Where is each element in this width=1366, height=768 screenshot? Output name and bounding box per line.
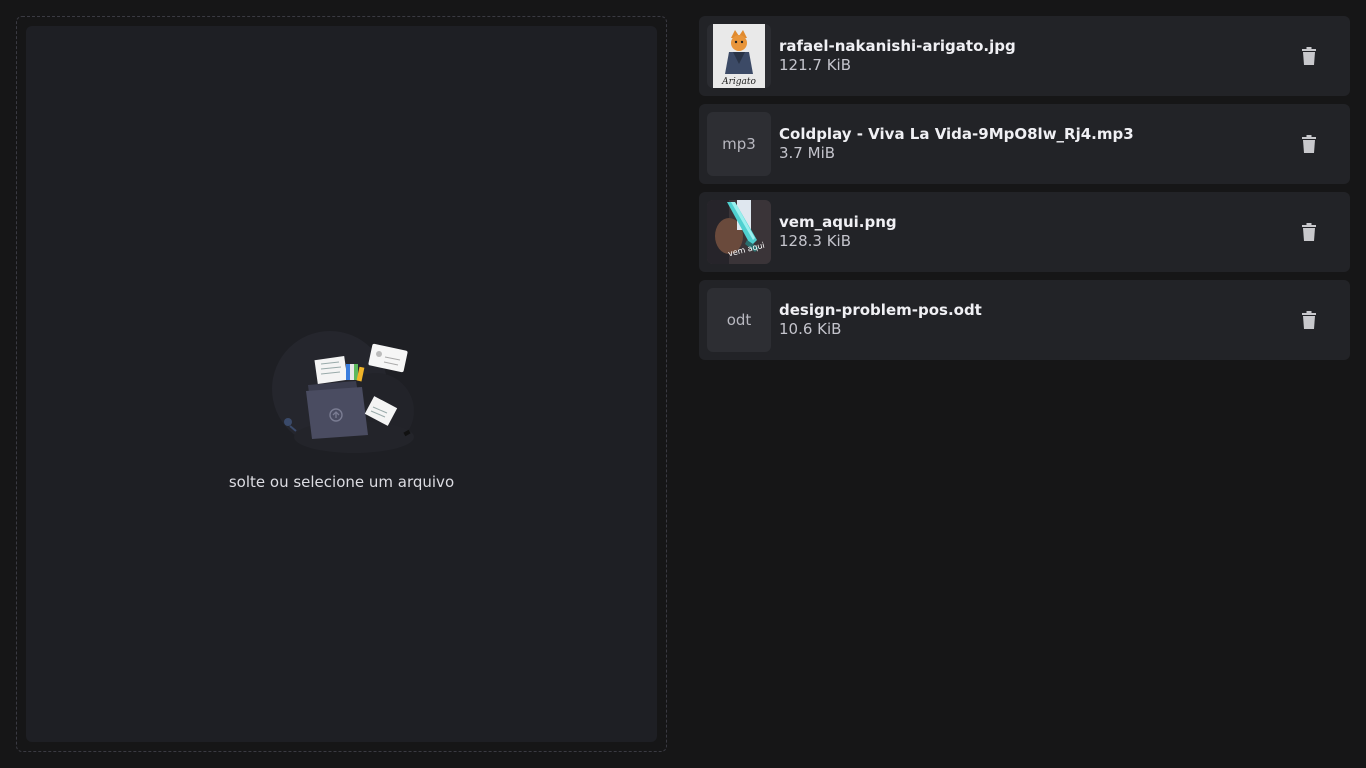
thumbnail-caption: Arigato bbox=[721, 77, 756, 87]
delete-file-button[interactable] bbox=[1298, 307, 1320, 333]
image-thumbnail: vem aqui bbox=[707, 200, 771, 264]
file-list: Arigato rafael-nakanishi-arigato.jpg 121… bbox=[699, 16, 1350, 368]
delete-file-button[interactable] bbox=[1298, 131, 1320, 157]
file-dropzone[interactable]: solte ou selecione um arquivo bbox=[26, 26, 657, 742]
file-size: 3.7 MiB bbox=[779, 144, 836, 162]
trash-icon bbox=[1302, 135, 1316, 153]
file-name: design-problem-pos.odt bbox=[779, 301, 982, 319]
image-thumbnail: Arigato bbox=[707, 24, 771, 88]
file-item: Arigato rafael-nakanishi-arigato.jpg 121… bbox=[699, 16, 1350, 96]
file-item: odt design-problem-pos.odt 10.6 KiB bbox=[699, 280, 1350, 360]
file-name: Coldplay - Viva La Vida-9MpO8lw_Rj4.mp3 bbox=[779, 125, 1134, 143]
file-extension-thumbnail: odt bbox=[707, 288, 771, 352]
upload-folder-illustration bbox=[272, 331, 414, 453]
file-item: mp3 Coldplay - Viva La Vida-9MpO8lw_Rj4.… bbox=[699, 104, 1350, 184]
dropzone-border: solte ou selecione um arquivo bbox=[16, 16, 667, 752]
trash-icon bbox=[1302, 223, 1316, 241]
file-extension-thumbnail: mp3 bbox=[707, 112, 771, 176]
delete-file-button[interactable] bbox=[1298, 43, 1320, 69]
delete-file-button[interactable] bbox=[1298, 219, 1320, 245]
file-item: vem aqui vem_aqui.png 128.3 KiB bbox=[699, 192, 1350, 272]
file-size: 121.7 KiB bbox=[779, 56, 852, 74]
file-size: 10.6 KiB bbox=[779, 320, 842, 338]
dropzone-label: solte ou selecione um arquivo bbox=[228, 473, 455, 491]
file-name: rafael-nakanishi-arigato.jpg bbox=[779, 37, 1016, 55]
trash-icon bbox=[1302, 311, 1316, 329]
file-name: vem_aqui.png bbox=[779, 213, 897, 231]
file-size: 128.3 KiB bbox=[779, 232, 852, 250]
trash-icon bbox=[1302, 47, 1316, 65]
